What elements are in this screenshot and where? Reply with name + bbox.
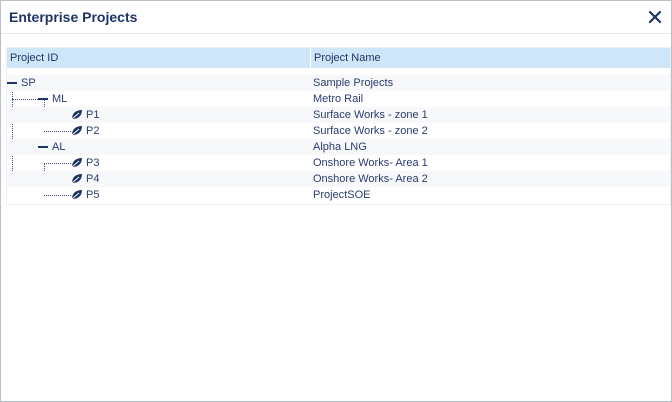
column-separator[interactable] — [310, 48, 311, 68]
table-row[interactable]: SP Sample Projects — [7, 75, 670, 91]
project-id: P1 — [86, 109, 100, 121]
table-row[interactable]: P1 Surface Works - zone 1 — [7, 107, 670, 123]
project-name: Alpha LNG — [313, 141, 367, 153]
column-header-project-id[interactable]: Project ID — [10, 52, 58, 64]
grid-header: Project ID Project Name — [7, 48, 670, 68]
table-row[interactable]: P4 Onshore Works- Area 2 — [7, 171, 670, 187]
column-header-project-name[interactable]: Project Name — [314, 52, 381, 64]
project-name: Onshore Works- Area 2 — [313, 173, 428, 185]
project-id: P2 — [86, 125, 100, 137]
table-row[interactable]: P5 ProjectSOE — [7, 187, 670, 203]
project-id: AL — [52, 141, 66, 153]
dialog-title: Enterprise Projects — [9, 9, 138, 25]
dialog-titlebar: Enterprise Projects — [1, 1, 671, 34]
leaf-icon — [71, 158, 82, 168]
project-name: Surface Works - zone 2 — [313, 125, 428, 137]
enterprise-projects-dialog: Enterprise Projects Project ID Project N… — [0, 0, 672, 402]
projects-tree-grid: Project ID Project Name SP Sample Projec… — [6, 47, 671, 205]
table-row[interactable]: P3 Onshore Works- Area 1 — [7, 155, 670, 171]
project-id: P3 — [86, 157, 100, 169]
close-icon[interactable] — [647, 9, 663, 25]
project-name: Metro Rail — [313, 93, 364, 105]
collapse-minus-icon[interactable] — [7, 82, 17, 84]
collapse-minus-icon[interactable] — [38, 146, 48, 148]
project-name: ProjectSOE — [313, 189, 371, 201]
table-row[interactable]: AL Alpha LNG — [7, 139, 670, 155]
table-row[interactable]: P2 Surface Works - zone 2 — [7, 123, 670, 139]
leaf-icon — [71, 174, 82, 184]
project-id: P4 — [86, 173, 100, 185]
table-row[interactable]: ML Metro Rail — [7, 91, 670, 107]
project-name: Onshore Works- Area 1 — [313, 157, 428, 169]
project-name: Sample Projects — [313, 77, 394, 89]
leaf-icon — [71, 110, 82, 120]
project-id: P5 — [86, 189, 100, 201]
project-id: SP — [21, 77, 36, 89]
collapse-minus-icon[interactable] — [38, 98, 48, 100]
project-name: Surface Works - zone 1 — [313, 109, 428, 121]
project-id: ML — [52, 93, 68, 105]
leaf-icon — [71, 126, 82, 136]
leaf-icon — [71, 190, 82, 200]
